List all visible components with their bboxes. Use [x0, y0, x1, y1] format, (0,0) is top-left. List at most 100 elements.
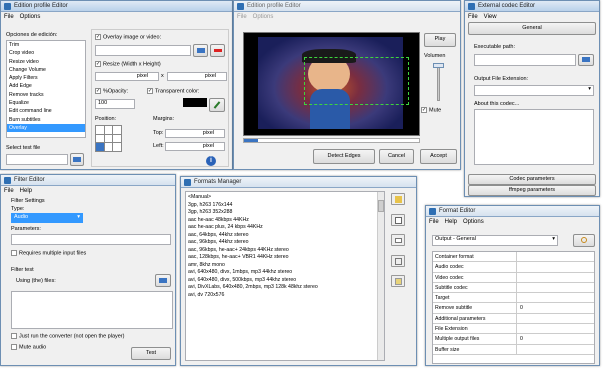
property-row[interactable]: Buffer size: [433, 344, 594, 355]
remove-overlay-icon[interactable]: [210, 44, 225, 57]
property-row[interactable]: Audio codec: [433, 262, 594, 273]
mute-checkbox[interactable]: ✓ Mute: [421, 107, 441, 113]
output-ext-select[interactable]: ▾: [474, 85, 594, 96]
overlay-file-input[interactable]: [95, 45, 191, 56]
codec-params-button[interactable]: Codec parameters: [468, 174, 596, 185]
scrollbar[interactable]: [377, 192, 384, 360]
option-item[interactable]: Resize video: [7, 58, 85, 66]
option-item[interactable]: Trim: [7, 41, 85, 49]
resize-checkbox[interactable]: ✓ Resize (Width x Height): [95, 61, 161, 67]
ffmpeg-params-button[interactable]: ffmpeg parameters: [468, 185, 596, 196]
exec-path-input[interactable]: [474, 54, 576, 66]
general-tab-button[interactable]: General: [468, 22, 596, 35]
format-item[interactable]: 3gp, h263 352x288: [186, 209, 384, 217]
property-value[interactable]: [517, 252, 594, 261]
test-button[interactable]: Test: [131, 347, 171, 360]
property-row[interactable]: Remove subtitle 0: [433, 303, 594, 314]
menu-file[interactable]: File: [4, 188, 14, 194]
parameters-input[interactable]: [11, 234, 171, 245]
info-icon[interactable]: i: [206, 156, 216, 166]
format-item[interactable]: aac, 64kbps, 44khz stereo: [186, 232, 384, 240]
menu-file[interactable]: File: [237, 14, 247, 20]
menu-help[interactable]: Help: [445, 219, 457, 225]
color-swatch[interactable]: [183, 98, 207, 107]
option-item[interactable]: Equalize: [7, 99, 85, 107]
option-item[interactable]: Add Edge: [7, 82, 85, 90]
property-row[interactable]: Container format: [433, 252, 594, 263]
option-item[interactable]: Crop video: [7, 49, 85, 57]
format-item[interactable]: 3gp, h263 176x144: [186, 202, 384, 210]
new-icon[interactable]: [391, 234, 405, 246]
property-value[interactable]: 0: [517, 303, 594, 312]
format-item[interactable]: aac, 96kbps, he-aac+ 24kbps 44KHz stereo: [186, 247, 384, 255]
output-general-select[interactable]: Output - General ▾: [432, 235, 558, 246]
options-list[interactable]: Trim Crop video Resize video Change Volume A…: [6, 40, 86, 138]
accept-button[interactable]: Accept: [420, 149, 457, 164]
option-item[interactable]: Apply Filters: [7, 74, 85, 82]
top-margin-input[interactable]: pixel: [165, 129, 225, 138]
format-item[interactable]: avi, dv 720x576: [186, 292, 384, 300]
about-textarea[interactable]: [474, 109, 594, 165]
menu-options[interactable]: Options: [463, 219, 484, 225]
copy-icon[interactable]: [391, 255, 405, 267]
format-item[interactable]: aac, 96kbps, 44khz stereo: [186, 239, 384, 247]
opacity-checkbox[interactable]: ✓ %Opacity:: [95, 88, 128, 94]
option-item[interactable]: Edit command line: [7, 107, 85, 115]
property-value[interactable]: [517, 314, 594, 323]
property-row[interactable]: Subtitle codec: [433, 282, 594, 294]
just-run-checkbox[interactable]: Just run the converter (not open the pla…: [11, 333, 124, 339]
format-item[interactable]: avi, DivXLabs, 640x480, 2mbps, mp3 128k …: [186, 284, 384, 292]
property-value[interactable]: 0: [517, 334, 594, 343]
browse-icon[interactable]: [70, 153, 84, 166]
delete-icon[interactable]: [391, 214, 405, 226]
format-item[interactable]: avi, 640x480, divx, 1mbps, mp3 44khz ste…: [186, 269, 384, 277]
eyedropper-icon[interactable]: [209, 98, 225, 112]
cancel-button[interactable]: Cancel: [379, 149, 414, 164]
height-input[interactable]: pixel: [167, 72, 227, 81]
property-row[interactable]: Target: [433, 293, 594, 304]
property-value[interactable]: [517, 283, 594, 292]
option-item[interactable]: Overlay: [7, 123, 85, 133]
property-value[interactable]: [517, 273, 594, 282]
format-item[interactable]: amr, 8khz mono: [186, 262, 384, 270]
format-item[interactable]: avi, 640x480, divx, 500kbps, mp3 44khz s…: [186, 277, 384, 285]
play-button[interactable]: Play: [424, 33, 456, 47]
property-value[interactable]: [517, 262, 594, 271]
menu-help[interactable]: Help: [20, 188, 32, 194]
option-item[interactable]: Burn subtitles: [7, 116, 85, 124]
menu-options[interactable]: Options: [253, 14, 274, 20]
opacity-select[interactable]: 100: [95, 99, 135, 109]
property-row[interactable]: Multiple output files 0: [433, 334, 594, 345]
type-select[interactable]: Audio ▾: [11, 213, 83, 223]
menu-file[interactable]: File: [468, 14, 478, 20]
left-margin-input[interactable]: pixel: [165, 142, 225, 151]
save-icon[interactable]: [391, 275, 405, 287]
detect-edges-button[interactable]: Detect Edges: [313, 149, 375, 164]
menu-file[interactable]: File: [4, 14, 14, 20]
search-icon[interactable]: [573, 234, 595, 247]
requires-checkbox[interactable]: Requires multiple input files: [11, 250, 86, 256]
format-item[interactable]: aac, 128kbps, he-aac+ VBR1 44KHz stereo: [186, 254, 384, 262]
transparent-checkbox[interactable]: ✓ Transparent color:: [147, 88, 199, 94]
width-input[interactable]: pixel: [95, 72, 159, 81]
browse-files-icon[interactable]: [155, 274, 171, 287]
format-item[interactable]: aac he-aac plus, 24 kbps 44KHz: [186, 224, 384, 232]
property-row[interactable]: File Extension: [433, 324, 594, 335]
mute-audio-checkbox[interactable]: Mute audio: [11, 344, 46, 350]
timeline-bar[interactable]: [243, 138, 420, 143]
browse-exec-icon[interactable]: [578, 54, 594, 66]
position-grid[interactable]: [95, 125, 122, 152]
browse-overlay-icon[interactable]: [193, 44, 208, 57]
test-files-list[interactable]: [11, 291, 173, 329]
format-item[interactable]: <Manual>: [186, 194, 384, 202]
test-file-input[interactable]: [6, 154, 68, 165]
option-item[interactable]: Change Volume: [7, 66, 85, 74]
properties-table[interactable]: Container format Audio codec Video codec Su…: [432, 251, 595, 364]
property-row[interactable]: Video codec: [433, 272, 594, 283]
property-value[interactable]: [517, 324, 594, 333]
menu-options[interactable]: Options: [20, 14, 41, 20]
volume-slider[interactable]: [437, 63, 440, 101]
volume-thumb[interactable]: [433, 63, 444, 68]
formats-list[interactable]: <Manual> 3gp, h263 176x144 3gp, h263 352x2…: [185, 191, 385, 361]
menu-file[interactable]: File: [429, 219, 439, 225]
